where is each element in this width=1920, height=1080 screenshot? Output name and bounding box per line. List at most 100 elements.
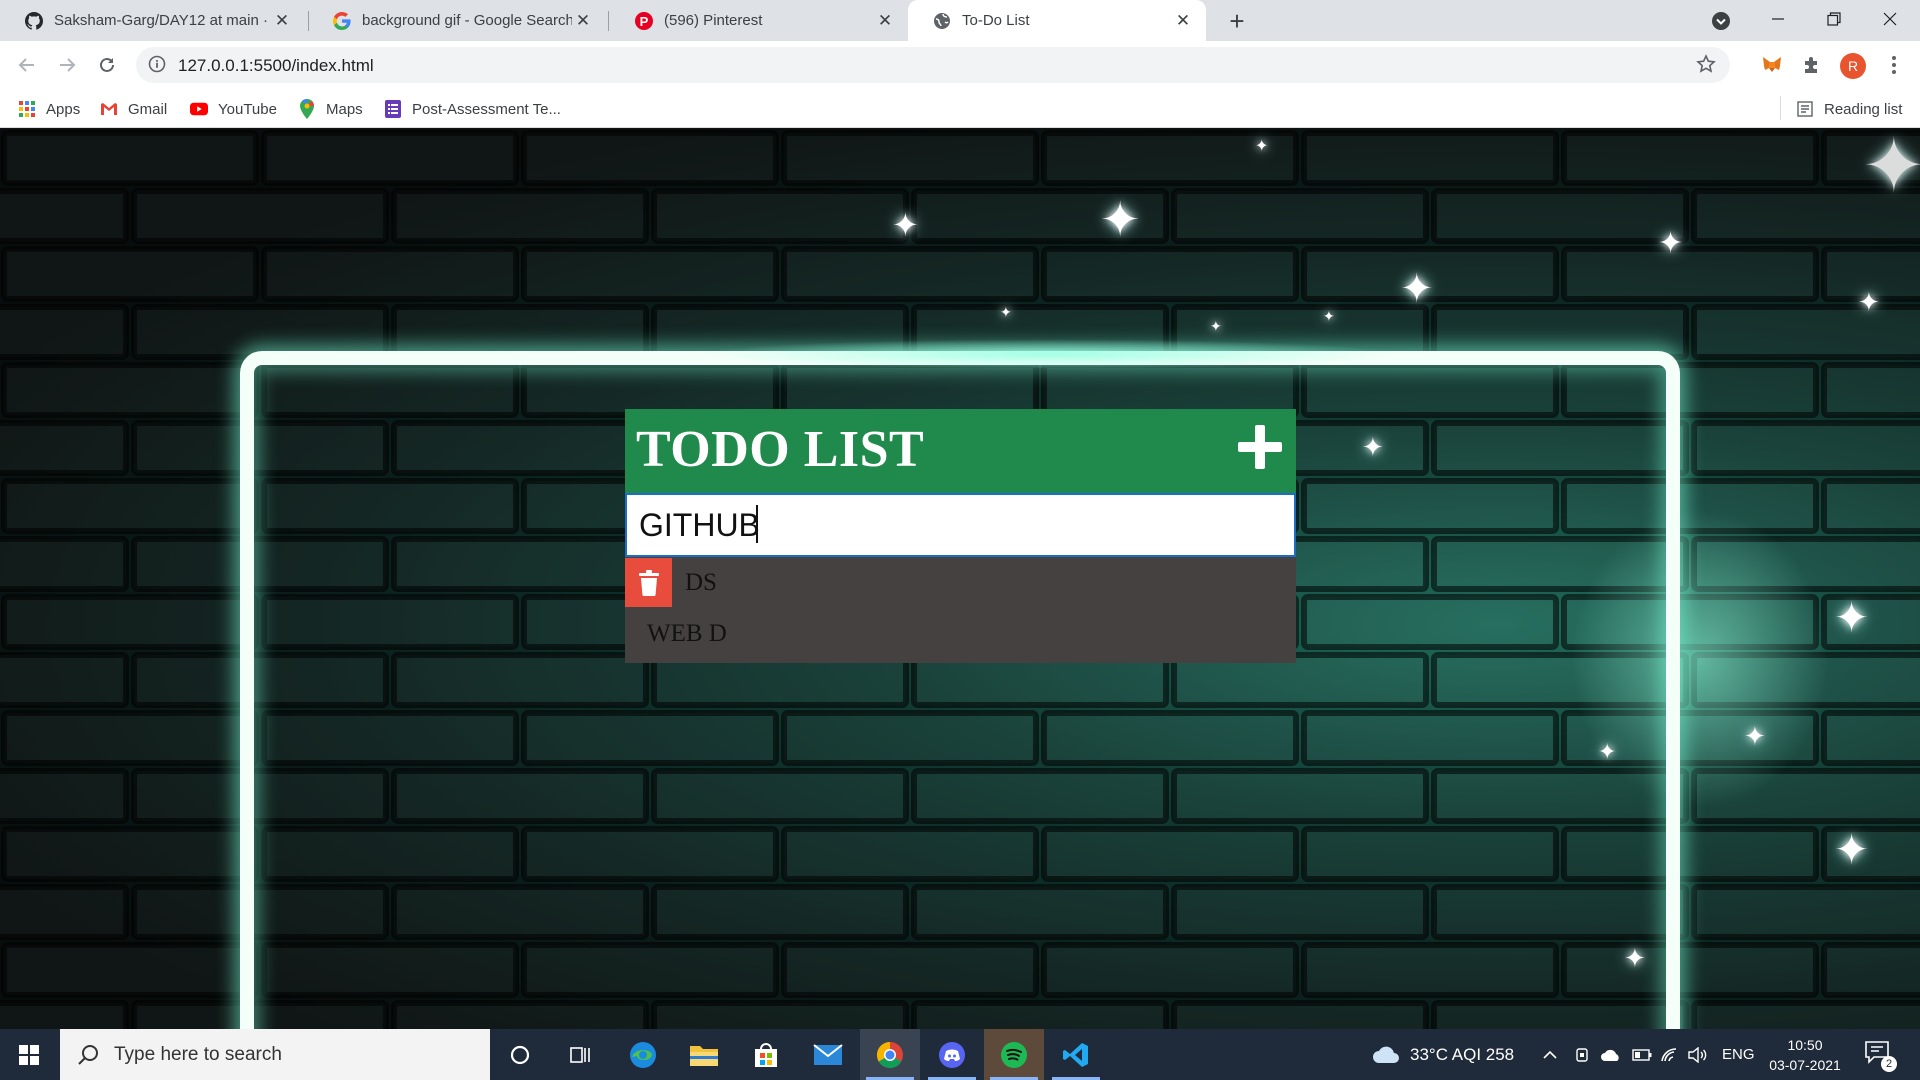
tab-title: Saksham-Garg/DAY12 at main · T: [54, 12, 271, 29]
maps-icon: [298, 99, 316, 119]
tab-title: (596) Pinterest: [664, 12, 763, 29]
reading-list-button[interactable]: Reading list: [1796, 97, 1902, 121]
notification-count-badge: 2: [1881, 1056, 1897, 1072]
edge-icon[interactable]: [613, 1029, 673, 1080]
bookmarks-divider: [1780, 96, 1781, 120]
vscode-icon[interactable]: [1046, 1029, 1106, 1080]
windows-start-icon[interactable]: [0, 1029, 58, 1080]
sparkle-icon: ✦: [1100, 194, 1141, 247]
bookmark-star-icon[interactable]: [1696, 54, 1718, 76]
close-window-icon[interactable]: [1862, 0, 1918, 38]
reading-list-icon: [1796, 100, 1814, 118]
sparkle-icon: ✦: [1598, 739, 1617, 764]
bookmark-label: Apps: [46, 100, 81, 118]
sparkle-icon: ✦: [1000, 304, 1012, 320]
svg-text:P: P: [640, 14, 649, 29]
todo-item-text: DS: [685, 568, 717, 596]
tab-separator: [608, 11, 609, 31]
new-tab-button[interactable]: +: [1222, 6, 1252, 36]
clock-time: 10:50: [1787, 1037, 1823, 1053]
language-indicator[interactable]: ENG: [1722, 1029, 1755, 1080]
tab-close-icon[interactable]: ✕: [874, 10, 896, 32]
todo-list: DS WEB D: [625, 557, 1296, 663]
cortana-icon[interactable]: [490, 1029, 550, 1080]
sparkle-icon: ✦: [1858, 287, 1880, 317]
add-todo-button[interactable]: [1236, 423, 1284, 471]
browser-toolbar: 127.0.0.1:5500/index.html R: [0, 41, 1920, 88]
forms-icon: [384, 100, 402, 118]
sparkle-icon: ✦: [1624, 943, 1646, 973]
file-explorer-icon[interactable]: [674, 1029, 734, 1080]
clock-date: 03-07-2021: [1769, 1057, 1841, 1073]
tab-search-icon[interactable]: [1709, 9, 1733, 33]
forward-icon[interactable]: [51, 49, 83, 81]
delete-todo-button[interactable]: [625, 558, 672, 607]
todo-item[interactable]: DS: [625, 557, 1296, 608]
discord-icon[interactable]: [922, 1029, 982, 1080]
tab-close-icon[interactable]: ✕: [572, 10, 594, 32]
sparkle-icon: ✦: [1834, 594, 1870, 641]
bookmark-post-assessment[interactable]: Post-Assessment Te...: [384, 97, 561, 121]
search-icon: [78, 1044, 98, 1065]
sparkle-icon: ✦: [1658, 227, 1684, 260]
tab-pinterest[interactable]: P (596) Pinterest ✕: [610, 0, 908, 41]
sparkle-icon: ✦: [1862, 129, 1920, 209]
taskbar-search-box[interactable]: Type here to search: [60, 1029, 490, 1080]
restore-icon[interactable]: [1806, 0, 1862, 38]
clock[interactable]: 10:50 03-07-2021: [1762, 1035, 1848, 1075]
todo-title: TODO LIST: [636, 421, 925, 478]
bookmark-maps[interactable]: Maps: [298, 97, 363, 121]
task-view-icon[interactable]: [550, 1029, 610, 1080]
back-icon[interactable]: [11, 49, 43, 81]
bookmark-gmail[interactable]: Gmail: [100, 97, 167, 121]
tab-close-icon[interactable]: ✕: [1172, 10, 1194, 32]
url-text: 127.0.0.1:5500/index.html: [178, 56, 374, 75]
todo-item[interactable]: WEB D: [625, 608, 1296, 659]
sparkle-icon: ✦: [1400, 267, 1434, 311]
tab-todo-list[interactable]: To-Do List ✕: [908, 0, 1206, 41]
store-icon[interactable]: [736, 1029, 796, 1080]
bookmark-label: YouTube: [218, 100, 277, 118]
neon-top-glow: [700, 339, 1400, 369]
google-icon: [332, 11, 352, 31]
sparkle-icon: ✦: [1744, 721, 1766, 751]
todo-app: TODO LIST DS WEB D: [625, 409, 1296, 663]
minimize-icon[interactable]: [1750, 0, 1806, 38]
sparkle-icon: ✦: [1255, 138, 1269, 155]
sparkle-icon: ✦: [892, 207, 919, 243]
mail-icon[interactable]: [798, 1029, 858, 1080]
wifi-icon[interactable]: [1660, 1029, 1678, 1080]
chrome-icon[interactable]: [860, 1029, 920, 1080]
sparkle-icon: ✦: [1210, 318, 1222, 334]
sparkle-icon: ✦: [1323, 308, 1335, 324]
sparkle-icon: ✦: [1834, 826, 1870, 873]
text-caret: [756, 505, 758, 543]
todo-input[interactable]: [625, 493, 1296, 557]
reload-icon[interactable]: [91, 49, 123, 81]
gmail-icon: [100, 100, 118, 118]
bookmark-youtube[interactable]: YouTube: [190, 97, 277, 121]
profile-avatar[interactable]: R: [1840, 53, 1866, 79]
windows-taskbar: Type here to search 33°C AQI 258 ENG 10:…: [0, 1029, 1920, 1080]
weather-widget[interactable]: 33°C AQI 258: [1372, 1029, 1514, 1080]
trash-icon: [638, 569, 659, 596]
spotify-icon[interactable]: [984, 1029, 1044, 1080]
browser-menu-icon[interactable]: [1882, 51, 1906, 79]
tab-google-search[interactable]: background gif - Google Search ✕: [308, 0, 606, 41]
battery-icon[interactable]: [1632, 1029, 1652, 1080]
weather-text: 33°C AQI 258: [1410, 1044, 1515, 1064]
extensions-puzzle-icon[interactable]: [1798, 51, 1826, 79]
device-icon[interactable]: [1574, 1029, 1590, 1080]
pinterest-icon: P: [634, 11, 654, 31]
tray-chevron-icon[interactable]: [1542, 1029, 1558, 1080]
todo-header: TODO LIST: [625, 409, 1296, 493]
metamask-fox-icon[interactable]: [1758, 51, 1786, 79]
bookmark-apps[interactable]: Apps: [18, 97, 80, 121]
tab-github[interactable]: Saksham-Garg/DAY12 at main · T ✕: [0, 0, 305, 41]
address-bar[interactable]: 127.0.0.1:5500/index.html: [136, 47, 1730, 83]
sparkle-icon: ✦: [1362, 432, 1384, 462]
site-info-icon[interactable]: [148, 55, 168, 75]
volume-icon[interactable]: [1688, 1029, 1708, 1080]
tab-close-icon[interactable]: ✕: [271, 10, 293, 32]
onedrive-icon[interactable]: [1600, 1029, 1622, 1080]
